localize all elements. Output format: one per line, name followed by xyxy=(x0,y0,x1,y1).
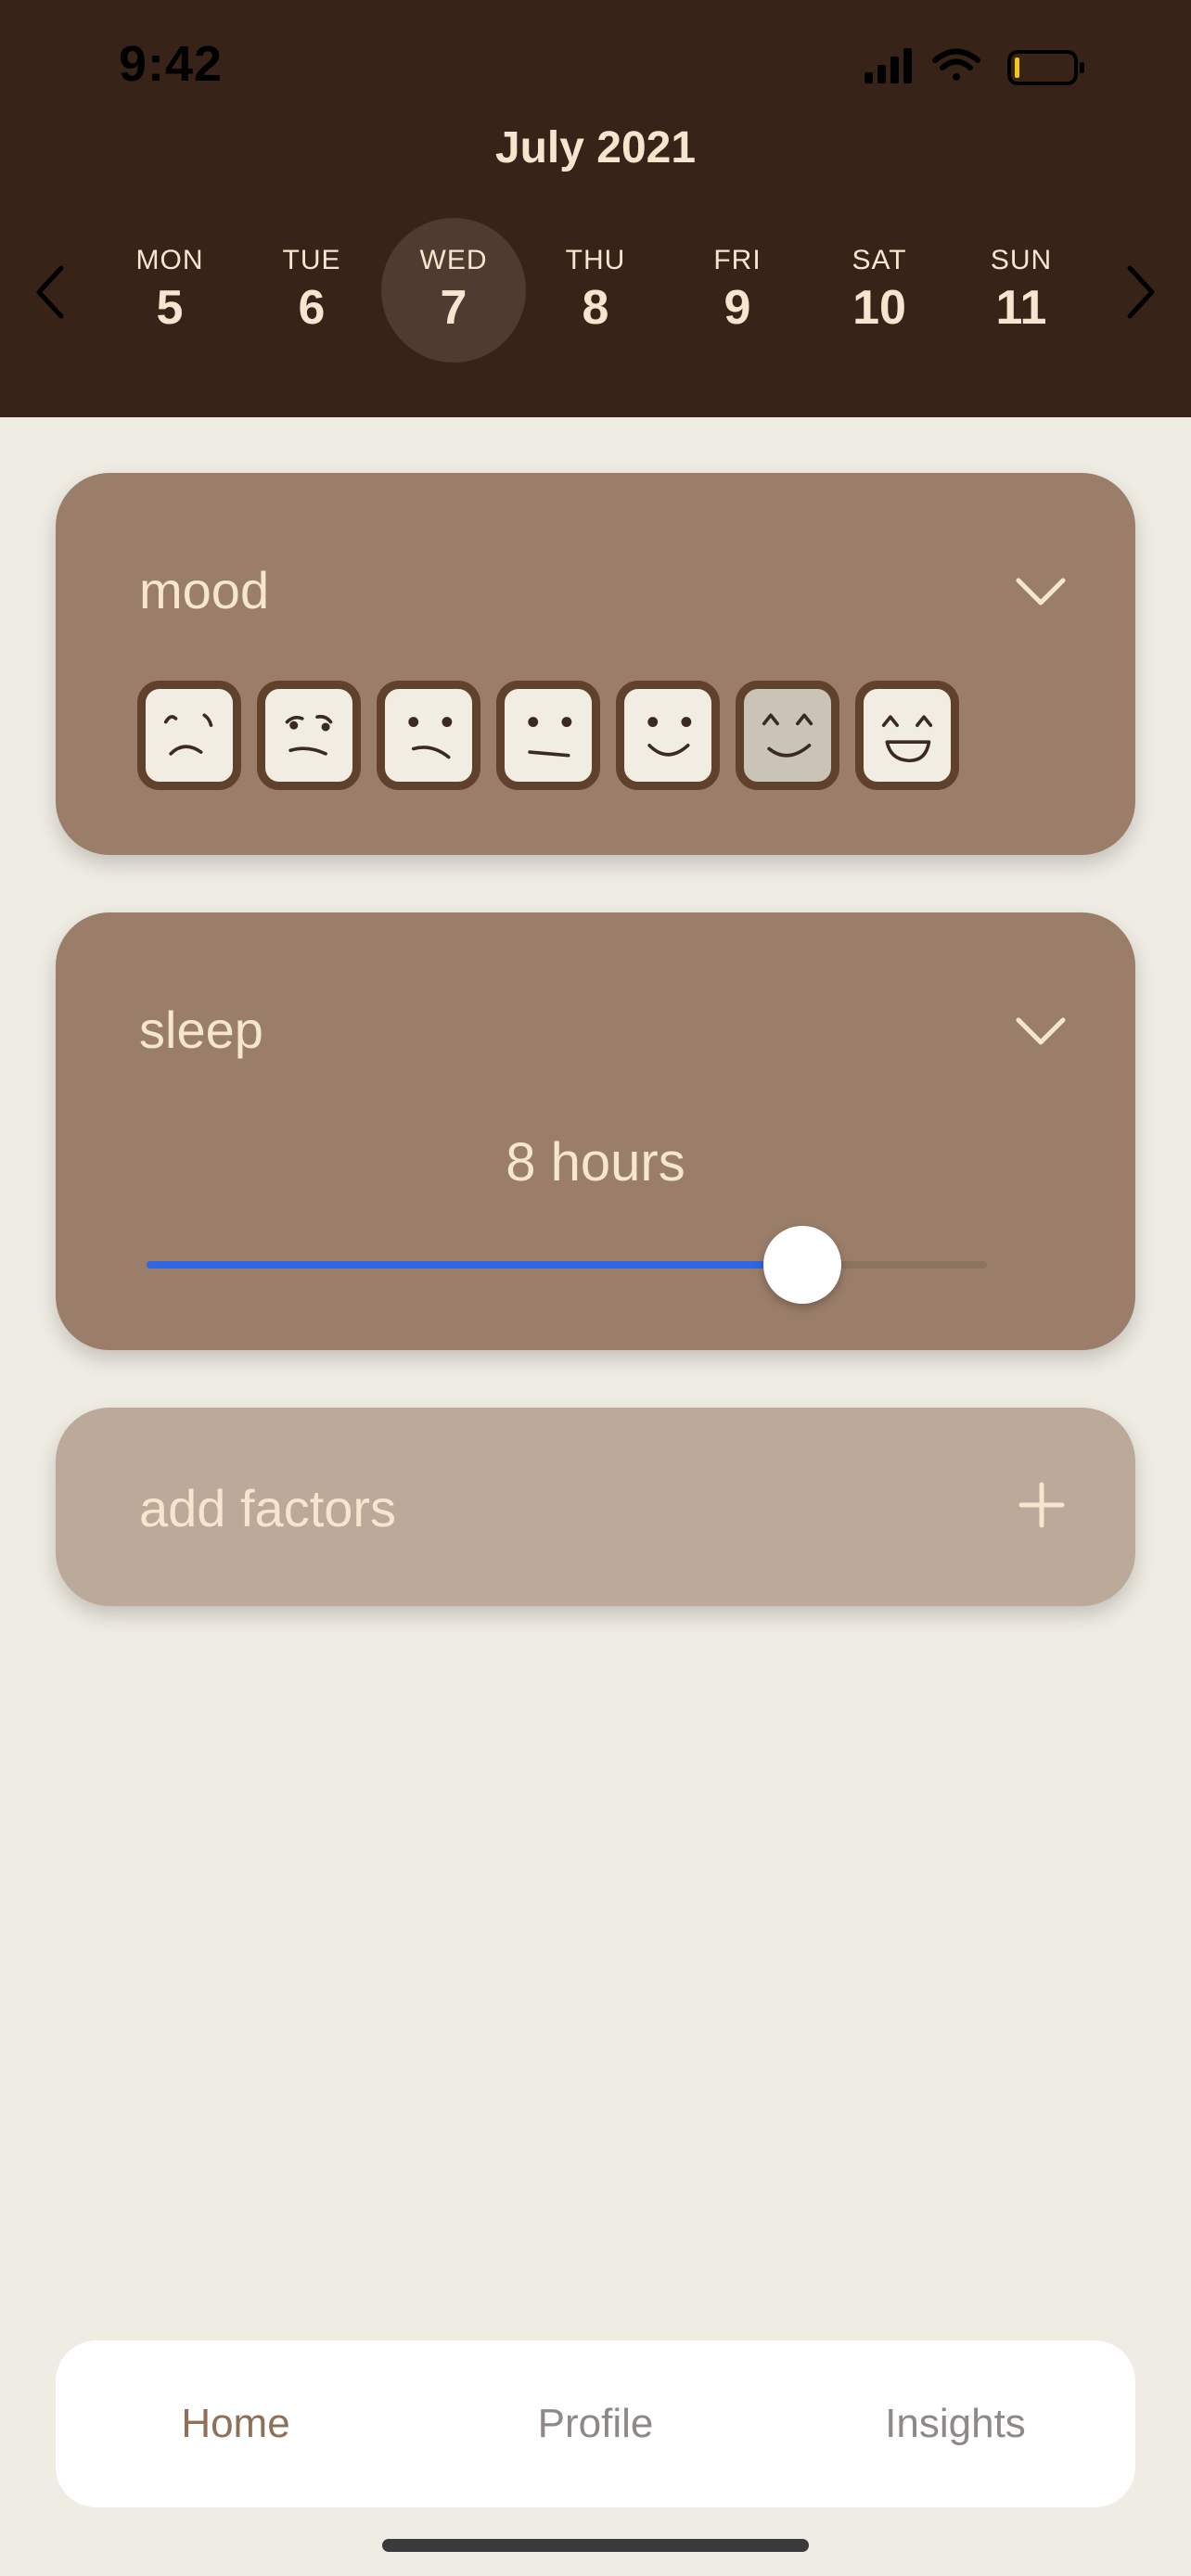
tab-profile[interactable]: Profile xyxy=(456,2340,735,2507)
chevron-right-icon xyxy=(1127,265,1155,319)
tab-home[interactable]: Home xyxy=(96,2340,375,2507)
skeptical-face-icon[interactable] xyxy=(257,681,361,790)
day-sun[interactable]: SUN 11 xyxy=(949,218,1094,363)
happy-face-icon[interactable] xyxy=(736,681,839,790)
day-number: 5 xyxy=(156,281,184,335)
day-thu[interactable]: THU 8 xyxy=(523,218,668,363)
day-tue[interactable]: TUE 6 xyxy=(239,218,384,363)
add-factors-card[interactable]: add factors xyxy=(56,1408,1135,1606)
sleep-slider-thumb[interactable] xyxy=(762,1226,841,1304)
status-icons xyxy=(864,48,1084,85)
day-sat[interactable]: SAT 10 xyxy=(807,218,952,363)
tab-insights[interactable]: Insights xyxy=(816,2340,1095,2507)
frowning-face-icon[interactable] xyxy=(377,681,480,790)
day-name: SAT xyxy=(852,245,907,275)
add-factors-label: add factors xyxy=(139,1479,397,1537)
day-number: 11 xyxy=(995,281,1047,335)
smiling-face-icon[interactable] xyxy=(616,681,720,790)
sleep-slider-fill xyxy=(147,1261,802,1269)
previous-week-button[interactable] xyxy=(22,260,78,325)
cellular-signal-icon xyxy=(864,48,912,83)
day-name: TUE xyxy=(282,245,341,275)
sleep-slider[interactable] xyxy=(147,1226,987,1304)
next-week-button[interactable] xyxy=(1113,260,1169,325)
month-title: July 2021 xyxy=(494,123,697,172)
mood-title: mood xyxy=(139,561,270,619)
very-sad-face-icon[interactable] xyxy=(137,681,241,790)
sleep-title: sleep xyxy=(139,1001,263,1059)
day-mon[interactable]: MON 5 xyxy=(97,218,242,363)
chevron-down-icon[interactable] xyxy=(1013,573,1069,610)
day-name: THU xyxy=(565,245,626,275)
status-time: 9:42 xyxy=(119,36,224,92)
battery-icon xyxy=(1007,50,1084,85)
day-number: 6 xyxy=(298,281,326,335)
day-wed[interactable]: WED 7 xyxy=(381,218,526,363)
calendar-header: 9:42 July 2021 MON 5 TUE 6 WED 7 THU 8 FRI 9 SAT 10… xyxy=(0,0,1191,417)
neutral-face-icon[interactable] xyxy=(496,681,600,790)
day-number: 9 xyxy=(724,281,751,335)
tab-bar: Home Profile Insights xyxy=(56,2340,1135,2507)
chevron-left-icon xyxy=(36,265,64,319)
day-fri[interactable]: FRI 9 xyxy=(665,218,810,363)
day-name: FRI xyxy=(713,245,762,275)
day-name: MON xyxy=(135,245,204,275)
day-number: 8 xyxy=(582,281,609,335)
sleep-hours-value: 8 hours xyxy=(506,1132,685,1192)
home-indicator xyxy=(382,2539,809,2552)
chevron-down-icon[interactable] xyxy=(1013,1013,1069,1050)
laughing-face-icon[interactable] xyxy=(855,681,959,790)
plus-icon[interactable] xyxy=(1018,1482,1065,1528)
wifi-icon xyxy=(932,48,980,81)
day-name: WED xyxy=(419,245,488,275)
mood-card: mood xyxy=(56,473,1135,855)
day-number: 10 xyxy=(852,281,906,335)
day-name: SUN xyxy=(990,245,1053,275)
day-number: 7 xyxy=(440,281,467,335)
